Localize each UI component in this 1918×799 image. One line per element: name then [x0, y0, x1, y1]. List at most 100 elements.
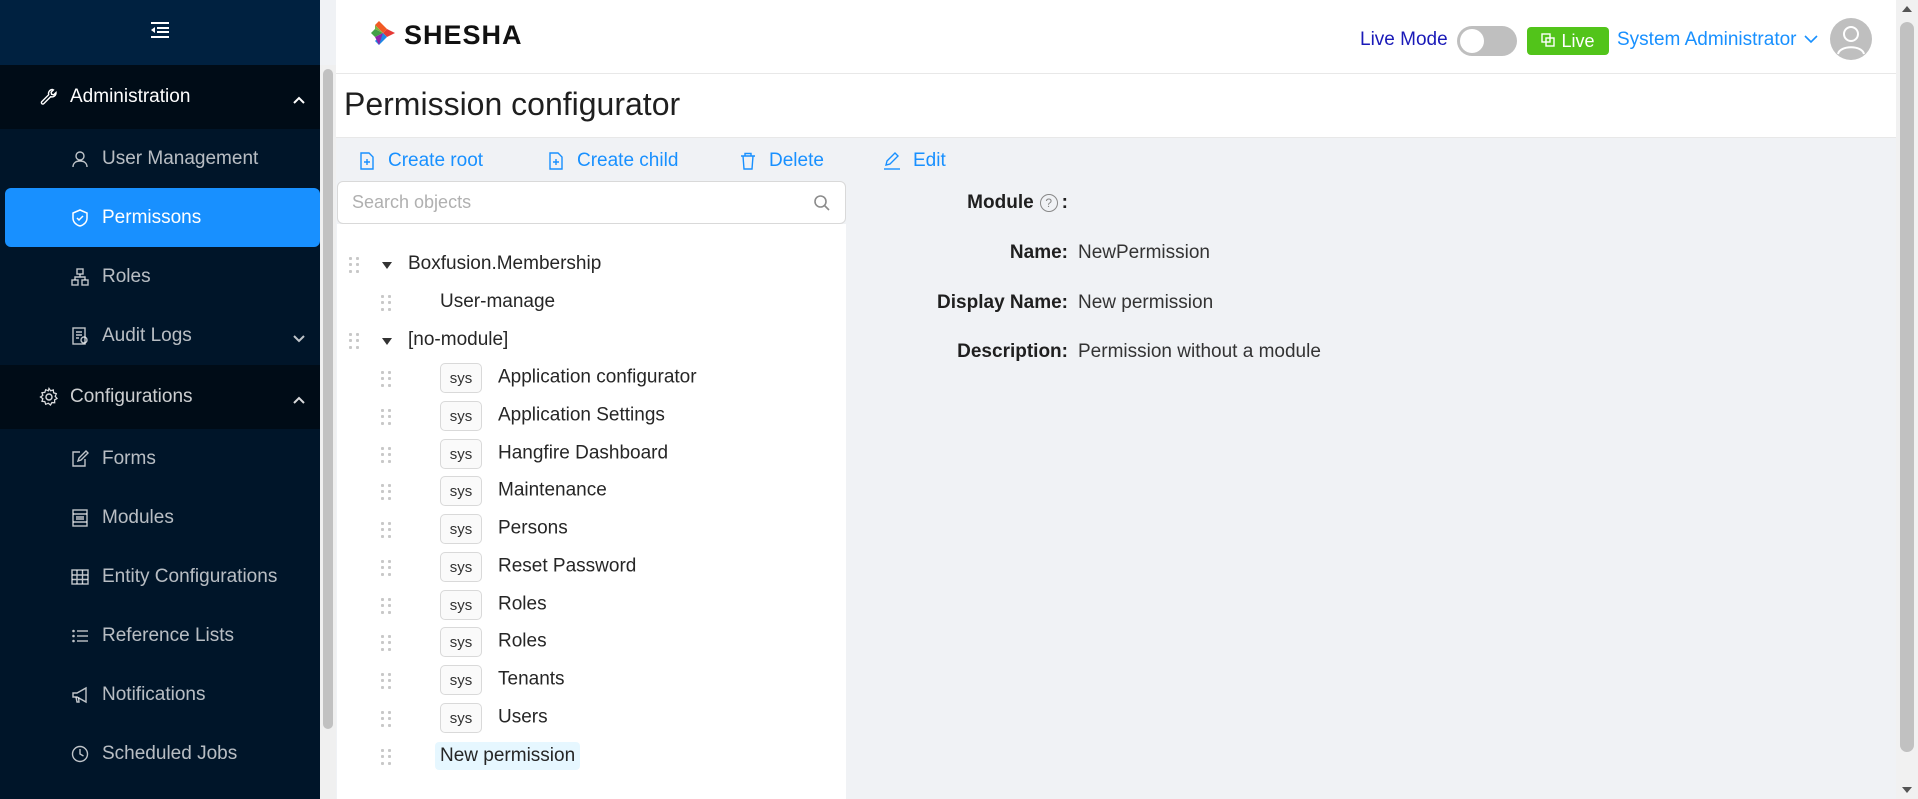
sidebar-scrollbar[interactable] [320, 65, 336, 799]
drag-handle-icon[interactable] [381, 635, 391, 651]
sidebar-item-entity-configurations[interactable]: Entity Configurations [0, 547, 320, 606]
chevron-up-icon [292, 389, 306, 411]
tree-node-label: Roles [498, 630, 547, 652]
tree-node-label: Tenants [498, 668, 565, 690]
user-menu[interactable]: System Administrator [1617, 29, 1819, 51]
shesha-logo-icon [368, 18, 398, 53]
menu-group-label: Administration [70, 86, 191, 107]
tree-node[interactable]: User-manage [337, 287, 846, 319]
modules-icon [70, 508, 90, 528]
drag-handle-icon[interactable] [381, 522, 391, 538]
sidebar-item-permissions[interactable]: Permissons [5, 188, 320, 247]
detail-value: NewPermission [1078, 242, 1210, 263]
top-header: SHESHA Live Mode Live System Administrat… [336, 0, 1896, 74]
description-label: Description [957, 341, 1062, 362]
page-title-bar: Permission configurator [336, 74, 1896, 138]
drag-handle-icon[interactable] [381, 749, 391, 765]
chevron-up-icon [292, 89, 306, 111]
sidebar-item-user-management[interactable]: User Management [0, 129, 320, 188]
tree-node[interactable]: sys Reset Password [337, 552, 846, 584]
caret-down-icon[interactable] [382, 262, 392, 269]
drag-handle-icon[interactable] [381, 409, 391, 425]
audit-icon [70, 326, 90, 346]
tree-node[interactable]: sys Persons [337, 514, 846, 546]
sidebar-item-audit-logs[interactable]: Audit Logs [0, 306, 320, 365]
live-mode-toggle[interactable] [1457, 26, 1517, 56]
caret-down-icon[interactable] [382, 338, 392, 345]
detail-value: New permission [1078, 292, 1214, 313]
drag-handle-icon[interactable] [381, 371, 391, 387]
list-icon [70, 626, 90, 646]
drag-handle-icon[interactable] [349, 257, 359, 273]
menu-group-configurations[interactable]: Configurations [0, 365, 320, 429]
tree-node[interactable]: sys Hangfire Dashboard [337, 439, 846, 471]
detail-row-display-name: Display Name: New permission [846, 292, 1213, 314]
sidebar: Administration User Management Permisson… [0, 0, 320, 799]
tree-node-label: Reset Password [498, 555, 637, 577]
tree-node-label: Users [498, 706, 548, 728]
live-button[interactable]: Live [1527, 27, 1609, 55]
tree-node-selected[interactable]: New permission [337, 741, 846, 773]
tree-node[interactable]: sys Roles [337, 590, 846, 622]
sidebar-item-notifications[interactable]: Notifications [0, 665, 320, 724]
create-root-label: Create root [388, 150, 484, 171]
tree-node-label: Persons [498, 517, 568, 539]
file-add-icon [358, 152, 376, 170]
tree-node[interactable]: sys Application configurator [337, 363, 846, 395]
sidebar-item-modules[interactable]: Modules [0, 488, 320, 547]
sidebar-item-label: Scheduled Jobs [102, 742, 238, 764]
edit-icon [883, 152, 901, 170]
page-scrollbar[interactable] [1896, 0, 1918, 799]
detail-value: Permission without a module [1078, 341, 1321, 362]
drag-handle-icon[interactable] [381, 560, 391, 576]
sidebar-item-scheduled-jobs[interactable]: Scheduled Jobs [0, 724, 320, 783]
tree-node-module[interactable]: Boxfusion.Membership [337, 249, 846, 281]
tree-node-label: Hangfire Dashboard [498, 442, 669, 464]
drag-handle-icon[interactable] [381, 673, 391, 689]
scroll-down-icon[interactable] [1902, 787, 1912, 793]
delete-button[interactable]: Delete [739, 150, 824, 172]
tree-node-module[interactable]: [no-module] [337, 325, 846, 357]
tree-node-label: New permission [435, 742, 581, 770]
tree-node[interactable]: sys Roles [337, 627, 846, 659]
sidebar-item-forms[interactable]: Forms [0, 429, 320, 488]
sidebar-item-roles[interactable]: Roles [0, 247, 320, 306]
detail-label: Name: [1009, 242, 1068, 263]
live-badge-label: Live [1561, 30, 1595, 51]
sys-tag: sys [440, 363, 482, 393]
copy-icon [1541, 31, 1556, 52]
question-circle-icon[interactable]: ? [1039, 194, 1058, 212]
create-root-button[interactable]: Create root [358, 150, 483, 172]
drag-handle-icon[interactable] [381, 447, 391, 463]
sidebar-item-reference-lists[interactable]: Reference Lists [0, 606, 320, 665]
avatar[interactable] [1830, 18, 1872, 60]
drag-handle-icon[interactable] [381, 295, 391, 311]
search-icon[interactable] [813, 194, 831, 217]
search-box [337, 181, 846, 224]
tree-node-label: Maintenance [498, 479, 607, 501]
create-child-button[interactable]: Create child [547, 150, 678, 172]
drag-handle-icon[interactable] [349, 333, 359, 349]
tree-node[interactable]: sys Application Settings [337, 401, 846, 433]
tree-node[interactable]: sys Maintenance [337, 476, 846, 508]
sidebar-collapse-button[interactable] [0, 0, 320, 65]
permission-tree: Boxfusion.Membership User-manage [no-mod… [337, 224, 846, 799]
sidebar-item-label: Audit Logs [102, 324, 192, 346]
drag-handle-icon[interactable] [381, 484, 391, 500]
search-input[interactable] [338, 182, 778, 223]
tree-node[interactable]: sys Tenants [337, 665, 846, 697]
table-icon [70, 567, 90, 587]
drag-handle-icon[interactable] [381, 598, 391, 614]
sys-tag: sys [440, 439, 482, 469]
app-logo[interactable]: SHESHA [368, 18, 523, 53]
menu-group-administration[interactable]: Administration [0, 65, 320, 129]
tree-node[interactable]: sys Users [337, 703, 846, 735]
form-icon [70, 449, 90, 469]
sys-tag: sys [440, 703, 482, 733]
scroll-thumb[interactable] [1900, 22, 1914, 752]
gear-icon [38, 386, 60, 408]
drag-handle-icon[interactable] [381, 711, 391, 727]
detail-row-name: Name: NewPermission [846, 242, 1210, 264]
scroll-up-icon[interactable] [1902, 6, 1912, 12]
edit-button[interactable]: Edit [883, 150, 946, 172]
